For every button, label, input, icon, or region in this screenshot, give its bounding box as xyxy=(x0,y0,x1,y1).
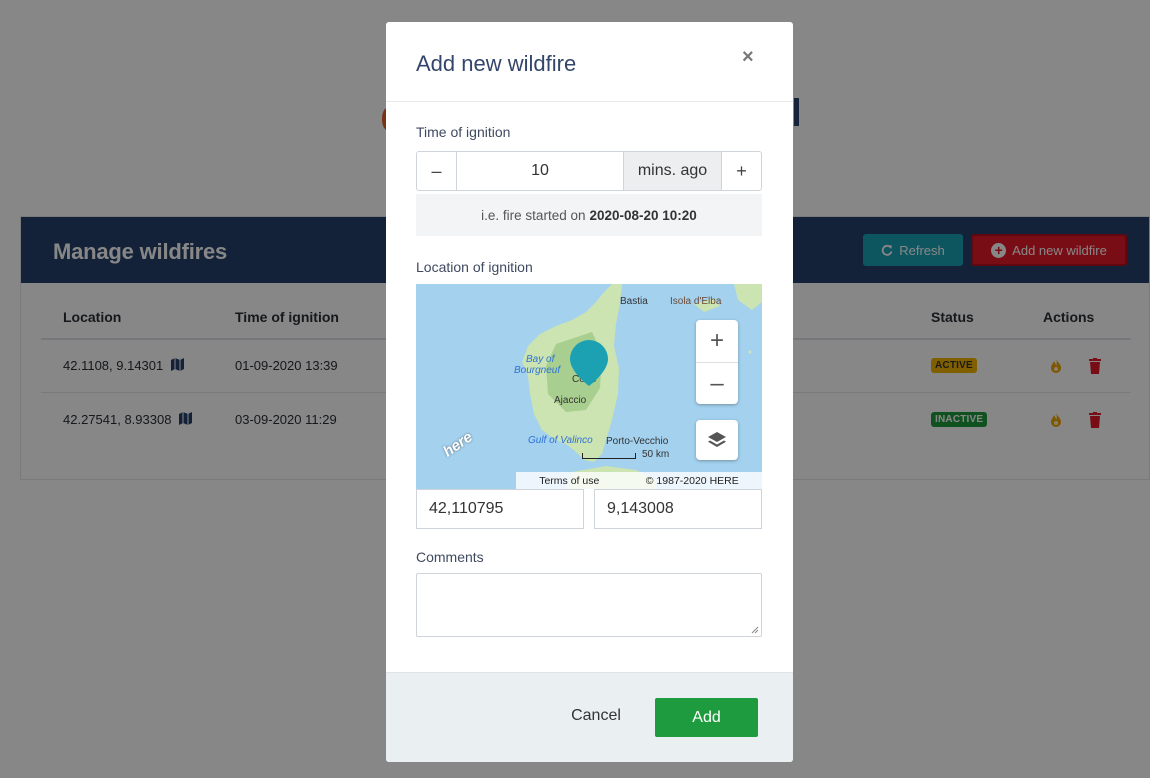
time-unit-label: mins. ago xyxy=(623,151,722,191)
add-wildfire-modal: Add new wildfire × Time of ignition – 10… xyxy=(386,22,793,762)
time-value-input[interactable]: 10 xyxy=(456,151,624,191)
map-label-elba: Isola d'Elba xyxy=(670,296,722,307)
map-label-ajaccio: Ajaccio xyxy=(554,395,587,406)
map-attribution: Terms of use © 1987-2020 HERE xyxy=(516,472,762,489)
hint-prefix: i.e. fire started on xyxy=(481,207,586,223)
longitude-input[interactable]: 9,143008 xyxy=(594,489,762,529)
layers-icon xyxy=(708,432,726,447)
modal-title: Add new wildfire xyxy=(416,51,577,76)
time-of-ignition-label: Time of ignition xyxy=(416,124,511,140)
map-marker-icon[interactable] xyxy=(570,340,608,388)
zoom-control: + – xyxy=(696,320,738,404)
map-label-bastia: Bastia xyxy=(620,296,648,307)
map-label-bay-of: Bay of xyxy=(526,354,555,365)
modal-header: Add new wildfire × xyxy=(386,22,793,102)
location-of-ignition-label: Location of ignition xyxy=(416,259,533,275)
comments-label: Comments xyxy=(416,549,484,565)
cancel-button[interactable]: Cancel xyxy=(560,696,632,736)
latitude-input[interactable]: 42,110795 xyxy=(416,489,584,529)
map-layers-button[interactable] xyxy=(696,420,738,460)
map-scale-label: 50 km xyxy=(642,449,670,460)
time-stepper: – 10 mins. ago + xyxy=(416,151,762,191)
add-button[interactable]: Add xyxy=(655,698,758,737)
map-label-porto-vecchio: Porto-Vecchio xyxy=(606,436,669,447)
terms-of-use-link[interactable]: Terms of use xyxy=(539,475,599,487)
hint-date: 2020-08-20 10:20 xyxy=(589,207,697,223)
comments-textarea[interactable] xyxy=(416,573,762,637)
map-label-bourgneuf: Bourgneuf xyxy=(514,365,561,376)
modal-footer: Cancel Add xyxy=(386,672,793,762)
map-copyright: © 1987-2020 HERE xyxy=(645,474,739,487)
map-label-gulf-of-valinco: Gulf of Valinco xyxy=(528,435,593,446)
map-scale-bar xyxy=(582,453,636,459)
decrement-button[interactable]: – xyxy=(416,151,457,191)
resize-grip-icon[interactable] xyxy=(751,626,759,634)
location-map[interactable]: Bastia Isola d'Elba Bay of Bourgneuf Cor… xyxy=(416,284,762,489)
ignition-date-hint: i.e. fire started on 2020-08-20 10:20 xyxy=(416,194,762,236)
increment-button[interactable]: + xyxy=(721,151,762,191)
close-icon[interactable]: × xyxy=(742,46,754,69)
zoom-out-button[interactable]: – xyxy=(696,363,738,405)
zoom-in-button[interactable]: + xyxy=(696,320,738,362)
